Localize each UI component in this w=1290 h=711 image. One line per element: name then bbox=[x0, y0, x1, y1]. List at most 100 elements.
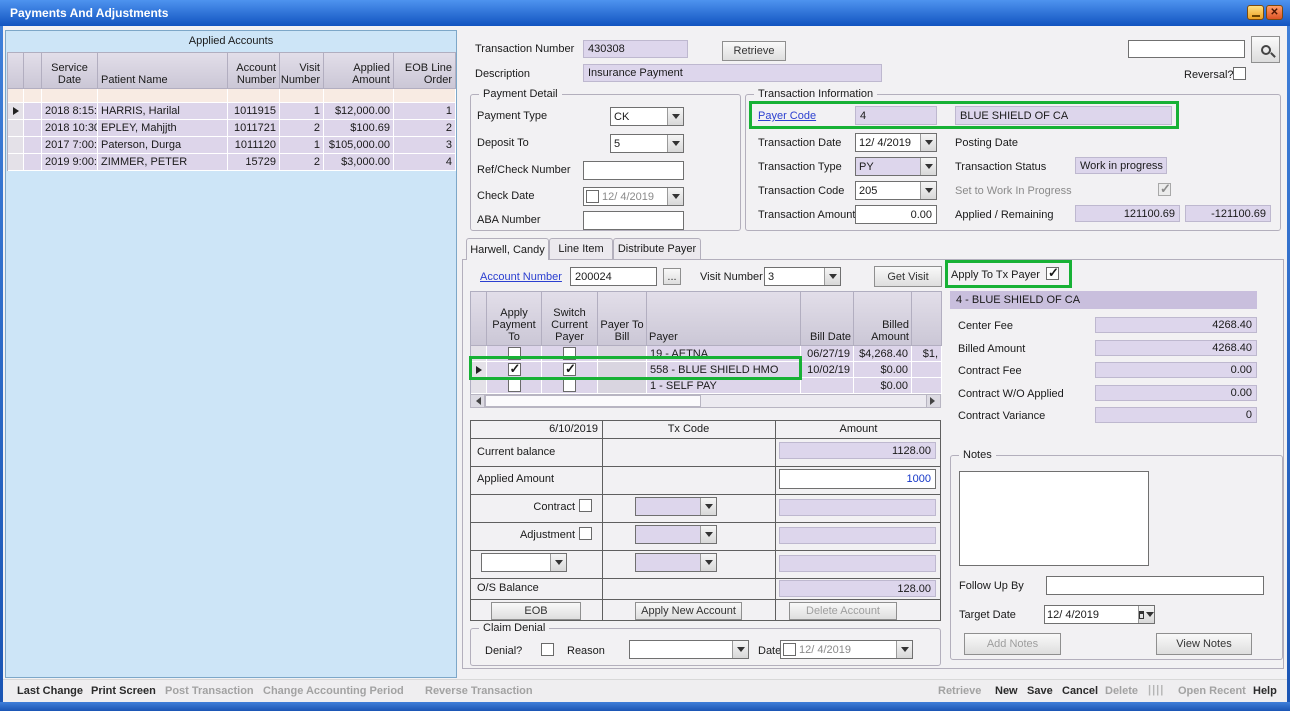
aa-cell-eob-line-order[interactable]: 2 bbox=[394, 120, 456, 137]
statusbar-last-change[interactable]: Last Change bbox=[17, 685, 83, 697]
tab-distribute-payer[interactable]: Distribute Payer bbox=[613, 238, 701, 259]
pg-cell-overflow[interactable]: $1, bbox=[912, 346, 942, 362]
aa-cell-applied-amount[interactable]: $100.69 bbox=[324, 120, 394, 137]
pg-cell-bill-date[interactable] bbox=[801, 378, 854, 394]
payer-grid-hscrollbar[interactable] bbox=[470, 394, 941, 408]
aa-cell-patient-name[interactable]: EPLEY, Mahjjth bbox=[98, 120, 228, 137]
aa-cell-visit-number[interactable]: 1 bbox=[280, 103, 324, 120]
apply-new-account-button[interactable]: Apply New Account bbox=[635, 602, 742, 620]
transaction-code-select[interactable]: 205 bbox=[855, 181, 937, 200]
aa-cell-applied-amount[interactable]: $3,000.00 bbox=[324, 154, 394, 171]
statusbar-new[interactable]: New bbox=[995, 685, 1018, 697]
aa-header-visit-number[interactable]: Visit Number bbox=[280, 53, 324, 89]
apply-payment-checkbox[interactable] bbox=[508, 363, 521, 376]
check-date-picker[interactable]: 12/ 4/2019 bbox=[583, 187, 684, 206]
switch-payer-checkbox[interactable] bbox=[563, 347, 576, 360]
account-number-input[interactable]: 200024 bbox=[570, 267, 657, 286]
statusbar-save[interactable]: Save bbox=[1027, 685, 1053, 697]
statusbar-print-screen[interactable]: Print Screen bbox=[91, 685, 156, 697]
aa-cell-service-date[interactable]: 2018 10:30:0 bbox=[42, 120, 98, 137]
aa-cell-visit-number[interactable]: 2 bbox=[280, 120, 324, 137]
minimize-button[interactable] bbox=[1247, 5, 1264, 20]
aa-cell-account-number[interactable]: 15729 bbox=[228, 154, 280, 171]
aa-cell-eob-line-order[interactable]: 3 bbox=[394, 137, 456, 154]
pg-header-apply-payment-to[interactable]: Apply Payment To bbox=[487, 292, 542, 346]
pg-cell-bill-date[interactable]: 10/02/19 bbox=[801, 362, 854, 378]
chevron-down-icon[interactable] bbox=[700, 498, 716, 515]
pg-header-payer-to-bill[interactable]: Payer To Bill bbox=[598, 292, 647, 346]
visit-number-select[interactable]: 3 bbox=[764, 267, 841, 286]
follow-up-by-input[interactable] bbox=[1046, 576, 1264, 595]
pg-cell-payer[interactable]: 558 - BLUE SHIELD HMO bbox=[647, 362, 801, 378]
statusbar-cancel[interactable]: Cancel bbox=[1062, 685, 1098, 697]
contract-checkbox[interactable] bbox=[579, 499, 592, 512]
pg-cell-overflow[interactable] bbox=[912, 362, 942, 378]
pg-cell-bill-date[interactable]: 06/27/19 bbox=[801, 346, 854, 362]
close-button[interactable] bbox=[1266, 5, 1283, 20]
chevron-down-icon[interactable] bbox=[667, 135, 683, 152]
pg-cell-payer[interactable]: 1 - SELF PAY bbox=[647, 378, 801, 394]
aa-header-patient-name[interactable]: Patient Name bbox=[98, 53, 228, 89]
search-input[interactable] bbox=[1128, 40, 1245, 58]
aa-cell-patient-name[interactable]: HARRIS, Harilal bbox=[98, 103, 228, 120]
chevron-down-icon[interactable] bbox=[920, 134, 936, 151]
apply-payment-checkbox[interactable] bbox=[508, 379, 521, 392]
transaction-type-select[interactable]: PY bbox=[855, 157, 937, 176]
apply-to-tx-payer-checkbox[interactable] bbox=[1046, 267, 1059, 280]
aa-cell-patient-name[interactable]: Paterson, Durga bbox=[98, 137, 228, 154]
denial-checkbox[interactable] bbox=[541, 643, 554, 656]
account-browse-button[interactable]: ... bbox=[663, 268, 681, 285]
chevron-down-icon[interactable] bbox=[667, 108, 683, 125]
payer-code-link[interactable]: Payer Code bbox=[758, 110, 816, 123]
chevron-down-icon[interactable] bbox=[896, 641, 912, 658]
pg-cell-overflow[interactable] bbox=[912, 378, 942, 394]
account-number-link[interactable]: Account Number bbox=[480, 271, 562, 284]
calendar-dropdown-icon[interactable] bbox=[1138, 606, 1154, 623]
transaction-date-select[interactable]: 12/ 4/2019 bbox=[855, 133, 937, 152]
deposit-to-select[interactable]: 5 bbox=[610, 134, 684, 153]
aa-header-service-date[interactable]: Service Date bbox=[42, 53, 98, 89]
denial-date-picker[interactable]: 12/ 4/2019 bbox=[780, 640, 913, 659]
chevron-down-icon[interactable] bbox=[700, 554, 716, 571]
transaction-amount-input[interactable]: 0.00 bbox=[855, 205, 937, 224]
eob-button[interactable]: EOB bbox=[491, 602, 581, 620]
apply-payment-checkbox[interactable] bbox=[508, 347, 521, 360]
extra-type-select[interactable] bbox=[481, 553, 567, 572]
aa-header-account-number[interactable]: Account Number bbox=[228, 53, 280, 89]
aa-cell-applied-amount[interactable]: $12,000.00 bbox=[324, 103, 394, 120]
aa-cell-eob-line-order[interactable]: 1 bbox=[394, 103, 456, 120]
pg-cell-payer[interactable]: 19 - AETNA bbox=[647, 346, 801, 362]
aa-header-applied-amount[interactable]: Applied Amount bbox=[324, 53, 394, 89]
chevron-down-icon[interactable] bbox=[667, 188, 683, 205]
reversal-checkbox[interactable] bbox=[1233, 67, 1246, 80]
scrollbar-thumb[interactable] bbox=[485, 395, 701, 407]
aa-cell-service-date[interactable]: 2019 9:00:0 bbox=[42, 154, 98, 171]
chevron-down-icon[interactable] bbox=[920, 182, 936, 199]
target-date-picker[interactable]: 12/ 4/2019 bbox=[1044, 605, 1155, 624]
aa-cell[interactable] bbox=[24, 154, 42, 171]
chevron-down-icon[interactable] bbox=[920, 158, 936, 175]
statusbar-help[interactable]: Help bbox=[1253, 685, 1277, 697]
adjustment-code-select[interactable] bbox=[635, 525, 717, 544]
search-button[interactable] bbox=[1251, 36, 1280, 63]
ref-check-number-input[interactable] bbox=[583, 161, 684, 180]
aa-cell[interactable] bbox=[24, 103, 42, 120]
tab-line-item[interactable]: Line Item bbox=[549, 238, 613, 259]
aa-cell-eob-line-order[interactable]: 4 bbox=[394, 154, 456, 171]
view-notes-button[interactable]: View Notes bbox=[1156, 633, 1252, 655]
pg-header-switch-current-payer[interactable]: Switch Current Payer bbox=[542, 292, 598, 346]
scroll-right-button[interactable] bbox=[926, 395, 940, 407]
adjustment-checkbox[interactable] bbox=[579, 527, 592, 540]
denial-date-checkbox[interactable] bbox=[783, 643, 796, 656]
pg-header-bill-date[interactable]: Bill Date bbox=[801, 292, 854, 346]
aa-cell-applied-amount[interactable]: $105,000.00 bbox=[324, 137, 394, 154]
aa-cell-visit-number[interactable]: 1 bbox=[280, 137, 324, 154]
pg-cell-billed-amount[interactable]: $0.00 bbox=[854, 362, 912, 378]
aa-header-eob-line-order[interactable]: EOB Line Order bbox=[394, 53, 456, 89]
aa-cell[interactable] bbox=[24, 137, 42, 154]
chevron-down-icon[interactable] bbox=[824, 268, 840, 285]
title-bar[interactable]: Payments And Adjustments bbox=[0, 0, 1290, 26]
pg-header-payer[interactable]: Payer bbox=[647, 292, 801, 346]
chevron-down-icon[interactable] bbox=[732, 641, 748, 658]
contract-code-select[interactable] bbox=[635, 497, 717, 516]
